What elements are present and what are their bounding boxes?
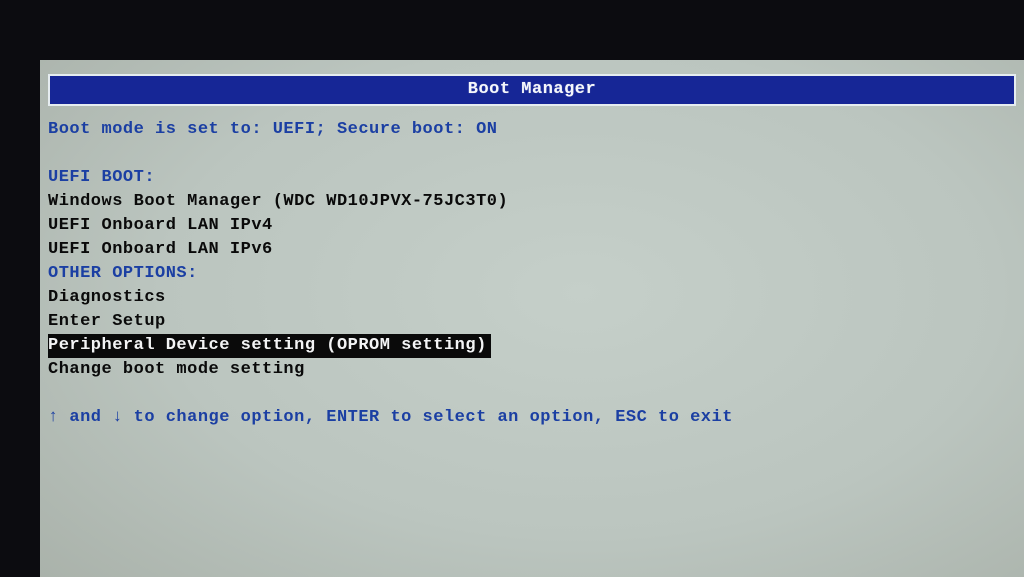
- selected-option[interactable]: Peripheral Device setting (OPROM setting…: [48, 334, 491, 358]
- title-bar: Boot Manager: [48, 74, 1016, 106]
- uefi-boot-heading: UEFI BOOT:: [48, 166, 1016, 190]
- blank-line: [48, 142, 1016, 166]
- other-options-heading: OTHER OPTIONS:: [48, 262, 1016, 286]
- monitor-bezel: Boot Manager Boot mode is set to: UEFI; …: [0, 0, 1024, 577]
- title-text: Boot Manager: [468, 78, 596, 102]
- instructions-line: ↑ and ↓ to change option, ENTER to selec…: [48, 406, 1016, 430]
- bios-screen: Boot Manager Boot mode is set to: UEFI; …: [40, 60, 1024, 577]
- content-area: Boot mode is set to: UEFI; Secure boot: …: [40, 106, 1024, 430]
- boot-item-windows-boot-manager[interactable]: Windows Boot Manager (WDC WD10JPVX-75JC3…: [48, 190, 1016, 214]
- blank-line-2: [48, 382, 1016, 406]
- option-diagnostics[interactable]: Diagnostics: [48, 286, 1016, 310]
- status-line: Boot mode is set to: UEFI; Secure boot: …: [48, 118, 1016, 142]
- boot-item-uefi-lan-ipv6[interactable]: UEFI Onboard LAN IPv6: [48, 238, 1016, 262]
- option-peripheral-device-setting[interactable]: Peripheral Device setting (OPROM setting…: [48, 334, 1016, 358]
- option-enter-setup[interactable]: Enter Setup: [48, 310, 1016, 334]
- boot-item-uefi-lan-ipv4[interactable]: UEFI Onboard LAN IPv4: [48, 214, 1016, 238]
- option-change-boot-mode[interactable]: Change boot mode setting: [48, 358, 1016, 382]
